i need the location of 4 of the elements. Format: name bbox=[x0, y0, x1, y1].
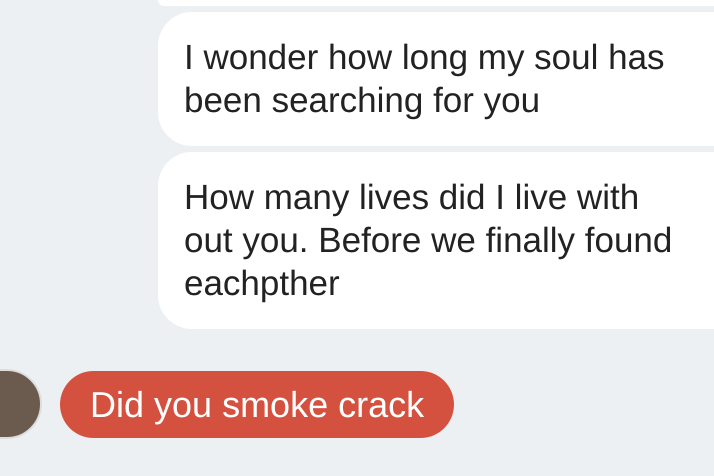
message-bubble: Did you smoke crack bbox=[60, 370, 454, 438]
message-bubble: I wonder how long my soul has been searching for you bbox=[158, 12, 714, 146]
avatar bbox=[0, 369, 42, 439]
message-bubble: How many lives did I live with out you. Before we finally found eachpther bbox=[158, 152, 714, 329]
